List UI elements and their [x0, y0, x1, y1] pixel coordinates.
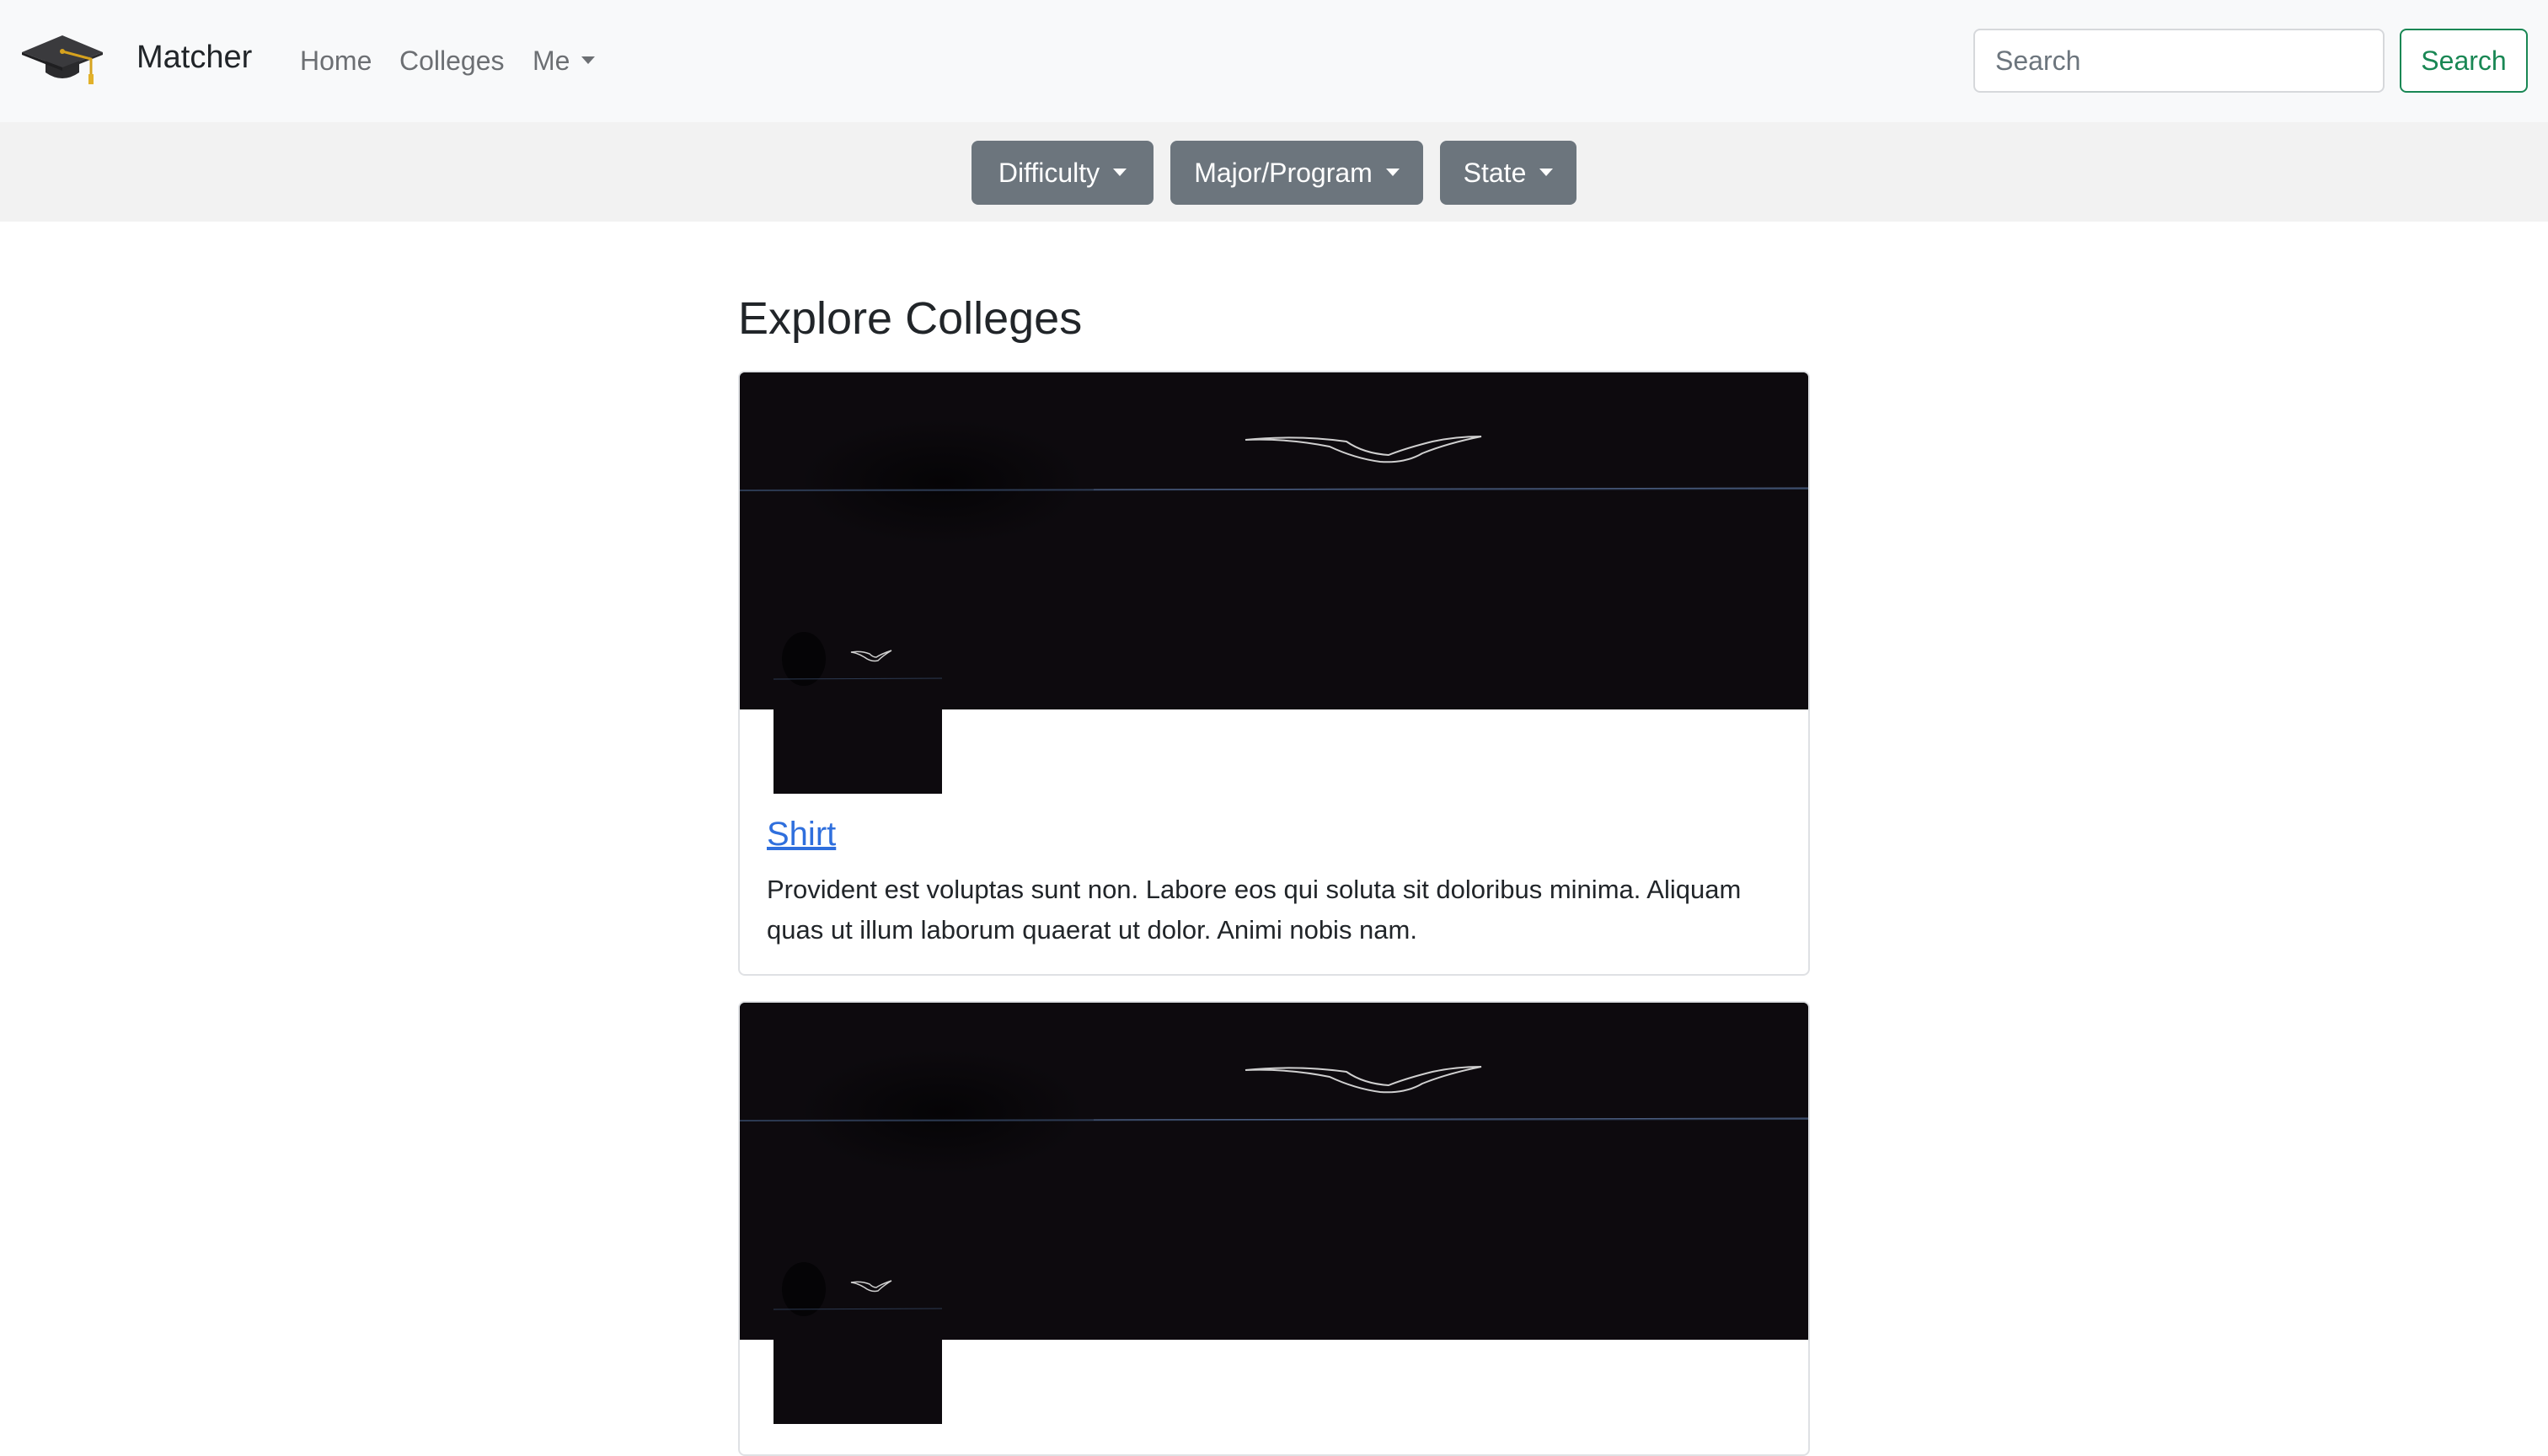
caret-down-icon — [1539, 168, 1554, 176]
nav-link-home-label: Home — [300, 46, 372, 76]
nav-link-home[interactable]: Home — [300, 40, 372, 81]
top-navbar: Matcher Home Colleges Me Search — [0, 0, 2548, 122]
college-thumbnail-image — [774, 625, 942, 794]
major-program-dropdown-label: Major/Program — [1194, 157, 1373, 188]
college-card — [738, 1001, 1810, 1456]
caret-down-icon — [1385, 168, 1400, 176]
college-card-title[interactable]: Shirt — [767, 811, 836, 858]
nav-link-colleges-label: Colleges — [399, 46, 505, 76]
brand-name[interactable]: Matcher — [136, 35, 252, 79]
nav-dropdown-me-label: Me — [533, 46, 570, 76]
caret-down-icon — [581, 56, 596, 65]
college-card: Shirt Provident est voluptas sunt non. L… — [738, 371, 1810, 976]
caret-down-icon — [1113, 168, 1127, 176]
search-input[interactable] — [1973, 29, 2385, 93]
major-program-dropdown[interactable]: Major/Program — [1170, 141, 1423, 205]
search-button[interactable]: Search — [2400, 29, 2528, 93]
state-dropdown-label: State — [1463, 157, 1527, 188]
nav-dropdown-me[interactable]: Me — [533, 40, 596, 81]
graduation-cap-icon[interactable] — [20, 29, 104, 89]
state-dropdown[interactable]: State — [1440, 141, 1576, 205]
filter-bar: Difficulty Major/Program State — [0, 122, 2548, 222]
difficulty-dropdown-label: Difficulty — [998, 157, 1100, 188]
nav-link-colleges[interactable]: Colleges — [399, 40, 505, 81]
page-title: Explore Colleges — [738, 293, 1083, 344]
college-thumbnail-image — [774, 1255, 942, 1424]
difficulty-dropdown[interactable]: Difficulty — [972, 141, 1154, 205]
college-card-description: Provident est voluptas sunt non. Labore … — [767, 875, 1742, 945]
